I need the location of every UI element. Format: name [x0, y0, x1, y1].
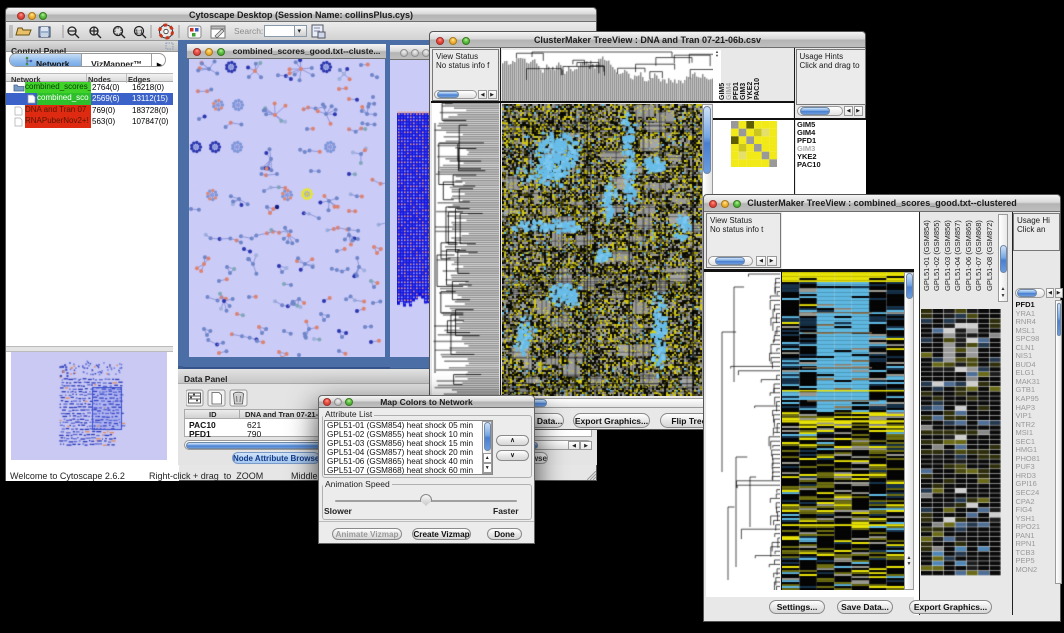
svg-text:1:1: 1:1	[135, 30, 142, 36]
